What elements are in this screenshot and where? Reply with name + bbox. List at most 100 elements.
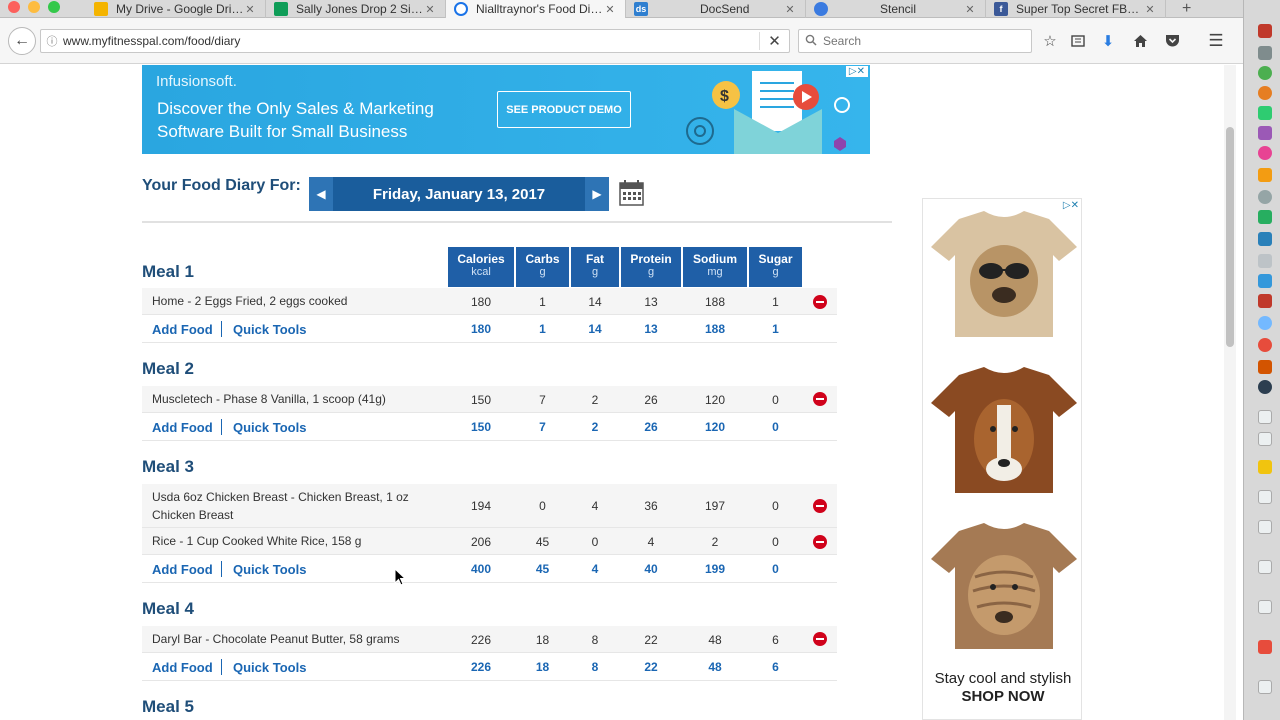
word-icon[interactable] <box>1258 232 1272 246</box>
url-text[interactable]: www.myfitnesspal.com/food/diary <box>63 34 759 48</box>
shar-pei-tshirt-image[interactable] <box>929 521 1079 651</box>
app-icon[interactable] <box>1258 380 1272 394</box>
calendar-icon[interactable] <box>1258 24 1272 38</box>
browser-tab-google-sheets[interactable]: Sally Jones Drop 2 Si… ✕ <box>266 0 446 18</box>
app-icon[interactable] <box>1258 274 1272 288</box>
total-fat: 2 <box>591 420 599 434</box>
infusionsoft-banner-ad[interactable]: Infusionsoft. Discover the Only Sales & … <box>142 65 870 154</box>
close-window-button[interactable] <box>8 1 20 13</box>
scrollbar-thumb[interactable] <box>1226 127 1234 347</box>
delete-entry-icon[interactable] <box>813 295 827 309</box>
app-icon[interactable] <box>1258 254 1272 268</box>
close-tab-icon[interactable]: ✕ <box>423 3 437 16</box>
food-entry-row[interactable]: Usda 6oz Chicken Breast - Chicken Breast… <box>142 484 837 528</box>
food-entry-row[interactable]: Rice - 1 Cup Cooked White Rice, 158 g 20… <box>142 528 837 555</box>
basset-hound-tshirt-image[interactable] <box>929 365 1079 495</box>
add-food-link[interactable]: Add Food <box>152 562 213 577</box>
info-icon[interactable]: ⓘ <box>41 33 63 49</box>
pocket-icon[interactable] <box>1162 31 1182 51</box>
quick-tools-link[interactable]: Quick Tools <box>233 562 306 577</box>
date-navigator: ◀ Friday, January 13, 2017 ▶ <box>309 177 609 211</box>
browser-tab-bar: My Drive - Google Dri… ✕ Sally Jones Dro… <box>0 0 1243 18</box>
see-product-demo-button[interactable]: SEE PRODUCT DEMO <box>497 91 631 128</box>
food-name[interactable]: Muscletech - Phase 8 Vanilla, 1 scoop (4… <box>152 390 386 408</box>
new-tab-button[interactable]: + <box>1182 0 1191 17</box>
pug-tshirt-image[interactable] <box>929 209 1079 339</box>
food-name[interactable]: Daryl Bar - Chocolate Peanut Butter, 58 … <box>152 630 399 648</box>
address-bar[interactable]: ⓘ www.myfitnesspal.com/food/diary ✕ <box>40 29 790 53</box>
document-icon[interactable] <box>1258 490 1272 504</box>
bookmark-star-icon[interactable]: ☆ <box>1040 31 1060 51</box>
close-tab-icon[interactable]: ✕ <box>603 3 617 16</box>
settings-icon[interactable] <box>1258 190 1272 204</box>
delete-entry-icon[interactable] <box>813 535 827 549</box>
close-tab-icon[interactable]: ✕ <box>963 3 977 16</box>
ad-choices-icon[interactable]: ▷✕ <box>845 66 868 77</box>
food-name[interactable]: Rice - 1 Cup Cooked White Rice, 158 g <box>152 532 361 550</box>
firefox-icon[interactable] <box>1258 86 1272 100</box>
close-tab-icon[interactable]: ✕ <box>243 3 257 16</box>
document-icon[interactable] <box>1258 640 1272 654</box>
app-icon[interactable] <box>1258 360 1272 374</box>
maps-icon[interactable] <box>1258 316 1272 330</box>
stop-loading-icon[interactable]: ✕ <box>759 32 789 50</box>
document-icon[interactable] <box>1258 560 1272 574</box>
excel-icon[interactable] <box>1258 210 1272 224</box>
home-icon[interactable] <box>1130 31 1150 51</box>
add-food-link[interactable]: Add Food <box>152 420 213 435</box>
next-day-button[interactable]: ▶ <box>585 177 609 211</box>
search-bar[interactable] <box>798 29 1032 53</box>
minimize-window-button[interactable] <box>28 1 40 13</box>
food-entry-row[interactable]: Muscletech - Phase 8 Vanilla, 1 scoop (4… <box>142 386 837 413</box>
document-icon[interactable] <box>1258 432 1272 446</box>
app-icon[interactable] <box>1258 338 1272 352</box>
star-app-icon[interactable] <box>1258 126 1272 140</box>
itunes-icon[interactable] <box>1258 146 1272 160</box>
app-icon[interactable] <box>1258 168 1272 182</box>
food-name[interactable]: Usda 6oz Chicken Breast - Chicken Breast… <box>152 488 409 524</box>
chrome-icon[interactable] <box>1258 66 1272 80</box>
browser-tab-food-diary[interactable]: Nialltraynor's Food Di… ✕ <box>446 0 626 18</box>
quick-tools-link[interactable]: Quick Tools <box>233 660 306 675</box>
food-entry-row[interactable]: Daryl Bar - Chocolate Peanut Butter, 58 … <box>142 626 837 653</box>
search-input[interactable] <box>823 34 1023 48</box>
delete-entry-icon[interactable] <box>813 499 827 513</box>
food-name[interactable]: Home - 2 Eggs Fried, 2 eggs cooked <box>152 292 347 310</box>
document-icon[interactable] <box>1258 520 1272 534</box>
app-icon[interactable] <box>1258 106 1272 120</box>
downloads-icon[interactable]: ⬇ <box>1098 31 1118 51</box>
document-icon[interactable] <box>1258 680 1272 694</box>
browser-tab-google-drive[interactable]: My Drive - Google Dri… ✕ <box>86 0 266 18</box>
folder-icon[interactable] <box>1258 460 1272 474</box>
meal-title: Meal 1 <box>142 262 194 281</box>
food-entry-row[interactable]: Home - 2 Eggs Fried, 2 eggs cooked 180 1… <box>142 288 837 315</box>
calendar-icon[interactable] <box>619 179 644 206</box>
previous-day-button[interactable]: ◀ <box>309 177 333 211</box>
column-name: Calories <box>457 252 505 266</box>
back-button[interactable]: ← <box>8 27 36 55</box>
quick-tools-link[interactable]: Quick Tools <box>233 322 306 337</box>
tshirt-side-ad[interactable]: ▷✕ Stay cool and stylish SHOP NOW <box>922 198 1082 720</box>
browser-tab-docsend[interactable]: ds DocSend ✕ <box>626 0 806 18</box>
document-icon[interactable] <box>1258 410 1272 424</box>
page-scrollbar[interactable] <box>1224 65 1236 720</box>
delete-entry-icon[interactable] <box>813 632 827 646</box>
app-icon[interactable] <box>1258 46 1272 60</box>
carbs-value: 7 <box>539 393 546 407</box>
document-icon[interactable] <box>1258 600 1272 614</box>
browser-tab-stencil[interactable]: Stencil ✕ <box>806 0 986 18</box>
reading-list-icon[interactable] <box>1068 31 1088 51</box>
acrobat-icon[interactable] <box>1258 294 1272 308</box>
maximize-window-button[interactable] <box>48 1 60 13</box>
delete-entry-icon[interactable] <box>813 392 827 406</box>
close-tab-icon[interactable]: ✕ <box>1143 3 1157 16</box>
add-food-link[interactable]: Add Food <box>152 322 213 337</box>
carbs-value: 1 <box>539 295 546 309</box>
menu-icon[interactable]: ☰ <box>1206 31 1226 51</box>
close-tab-icon[interactable]: ✕ <box>783 3 797 16</box>
browser-tab-facebook[interactable]: f Super Top Secret FB… ✕ <box>986 0 1166 18</box>
shop-now-button[interactable]: SHOP NOW <box>923 688 1081 706</box>
quick-tools-link[interactable]: Quick Tools <box>233 420 306 435</box>
add-food-link[interactable]: Add Food <box>152 660 213 675</box>
fat-value: 8 <box>591 633 599 647</box>
